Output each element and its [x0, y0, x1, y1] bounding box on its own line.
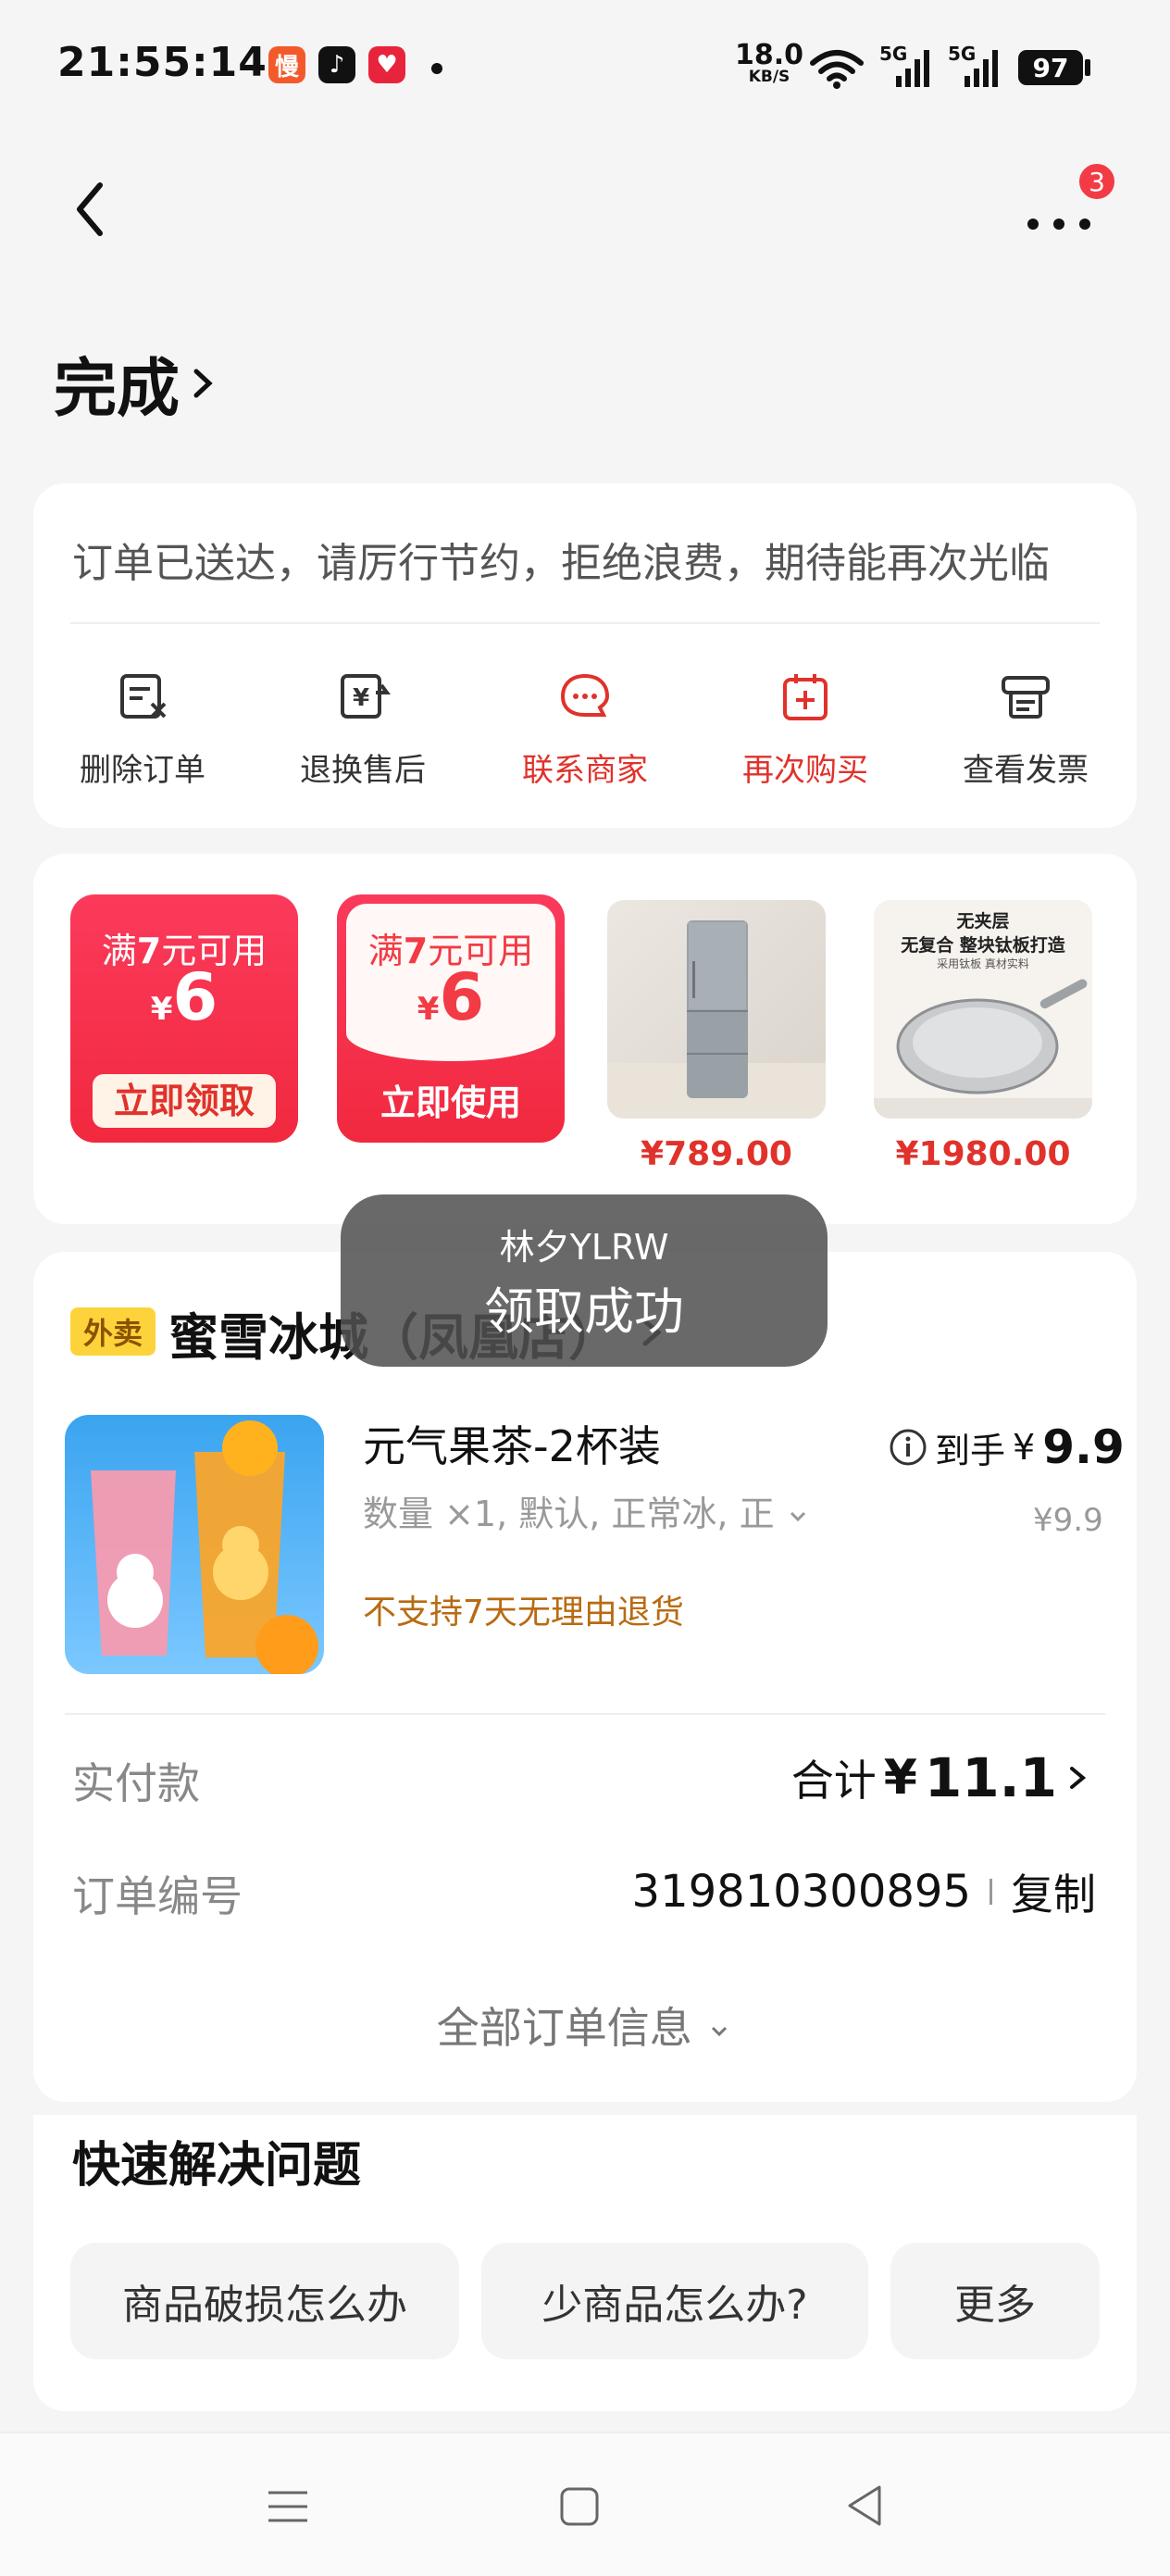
- use-coupon-button[interactable]: 立即使用: [337, 1076, 565, 1130]
- invoice-icon: [1002, 676, 1050, 719]
- svg-text:¥: ¥: [353, 684, 369, 712]
- item-name: 元气果茶-2杯装: [363, 1421, 661, 1471]
- total-prefix: 合计: [790, 1756, 877, 1806]
- drink-product-thumbnail[interactable]: [65, 1415, 324, 1674]
- wok-price: ¥1980.00: [895, 1135, 1071, 1173]
- buy-again-button[interactable]: 再次购买: [731, 669, 879, 790]
- app-notification-icon: 慢: [268, 46, 305, 83]
- wok-product-image[interactable]: 无夹层 无复合 整块钛板打造 采用钛板 真材实料: [874, 900, 1092, 1119]
- final-price: 到手 ¥9.9: [889, 1420, 1125, 1474]
- wok-banner-line-3: 采用钛板 真材实料: [937, 957, 1029, 970]
- battery-indicator: 97: [1018, 50, 1083, 85]
- quick-help-title: 快速解决问题: [72, 2138, 362, 2194]
- total-amount-row[interactable]: 合计 ¥11.1: [791, 1746, 1090, 1809]
- copy-separator: [990, 1879, 992, 1905]
- refund-after-sales-button[interactable]: ¥ 退换售后: [289, 669, 437, 790]
- more-notifications-dot: [431, 63, 442, 74]
- order-number-label: 订单编号: [72, 1871, 243, 1921]
- coupon-1-amount: ¥6: [150, 959, 218, 1035]
- menu-nav-icon[interactable]: [265, 2483, 311, 2530]
- original-price: ¥9.9: [1033, 1502, 1103, 1539]
- all-order-info-label: 全部订单信息: [436, 2003, 692, 2053]
- home-nav-icon[interactable]: [558, 2483, 601, 2530]
- contact-merchant-label: 联系商家: [522, 752, 648, 789]
- refrigerator-price: ¥789.00: [641, 1135, 792, 1173]
- toast-user: 林夕YLRW: [499, 1227, 669, 1268]
- wok-banner-line-2: 无复合 整块钛板打造: [901, 935, 1065, 956]
- refrigerator-illustration: [607, 920, 826, 1119]
- chat-merchant-icon: [560, 673, 610, 717]
- battery-tip: [1085, 59, 1090, 76]
- total-currency: ¥: [883, 1750, 917, 1806]
- order-number-row: 319810300895 复制: [632, 1861, 1096, 1922]
- chip-more[interactable]: 更多: [890, 2243, 1100, 2359]
- wifi-icon: [810, 50, 864, 89]
- wok-banner-line-1: 无夹层: [956, 911, 1010, 932]
- return-policy-note: 不支持7天无理由退货: [363, 1594, 684, 1632]
- info-icon[interactable]: [889, 1428, 927, 1467]
- order-number: 319810300895: [631, 1866, 971, 1918]
- chevron-right-icon: [1070, 1767, 1087, 1789]
- rebuy-icon: [783, 674, 828, 720]
- order-status-title[interactable]: 完成: [54, 337, 217, 429]
- item-spec: 数量 ×1, 默认, 正常冰, 正: [363, 1494, 775, 1534]
- refund-icon: ¥: [341, 674, 391, 719]
- item-spec-selector[interactable]: 数量 ×1, 默认, 正常冰, 正: [363, 1485, 810, 1536]
- fruit-tea-illustration: [65, 1415, 324, 1674]
- delete-order-button[interactable]: 删除订单: [68, 669, 217, 790]
- wok-illustration: [874, 979, 1092, 1119]
- coupon-card-2[interactable]: 满7元可用 ¥6 立即使用: [337, 894, 565, 1143]
- buy-again-label: 再次购买: [742, 752, 868, 789]
- notification-badge: 3: [1077, 161, 1117, 202]
- coupon-2-amount: ¥6: [417, 959, 485, 1035]
- all-order-info-toggle[interactable]: 全部订单信息: [0, 1995, 1170, 2056]
- view-invoice-button[interactable]: 查看发票: [952, 669, 1100, 790]
- chevron-down-icon: [712, 2026, 728, 2037]
- toast-text: 领取成功: [484, 1282, 684, 1341]
- back-button[interactable]: [65, 174, 117, 244]
- back-nav-icon[interactable]: [842, 2482, 889, 2530]
- refund-label: 退换售后: [300, 752, 426, 789]
- delete-order-label: 删除订单: [80, 752, 205, 789]
- status-time: 21:55:14: [57, 39, 268, 86]
- final-price-currency: ¥: [1013, 1427, 1036, 1468]
- order-status-label: 完成: [54, 353, 180, 426]
- coupon-card-1[interactable]: 满7元可用 ¥6 立即领取: [70, 894, 298, 1143]
- store-order-card: [33, 1252, 1137, 2102]
- refrigerator-product-image[interactable]: [607, 900, 826, 1119]
- signal-1-icon: [896, 50, 929, 87]
- delivery-tag: 外卖: [70, 1307, 156, 1356]
- contact-merchant-button[interactable]: 联系商家: [511, 669, 659, 790]
- chip-missing-items[interactable]: 少商品怎么办?: [481, 2243, 868, 2359]
- final-price-value: 9.9: [1042, 1420, 1125, 1474]
- chevron-down-icon: [790, 1511, 805, 1522]
- paid-label: 实付款: [72, 1758, 200, 1808]
- health-notification-icon: ♥: [368, 46, 405, 83]
- delivery-notice: 订单已送达，请厉行节约，拒绝浪费，期待能再次光临: [72, 540, 1050, 587]
- copy-order-number-button[interactable]: 复制: [1011, 1861, 1096, 1922]
- tiktok-notification-icon: ♪: [318, 46, 355, 83]
- order-divider: [65, 1713, 1105, 1715]
- chevron-right-icon: [193, 369, 213, 397]
- chip-damaged-goods[interactable]: 商品破损怎么办: [70, 2243, 459, 2359]
- final-price-label: 到手: [935, 1430, 1006, 1471]
- network-speed: 18.0 KB/S: [735, 39, 804, 86]
- toast-message: 林夕YLRW 领取成功: [341, 1194, 828, 1367]
- signal-2-icon: [965, 50, 998, 87]
- total-value: 11.1: [924, 1746, 1057, 1809]
- claim-coupon-button[interactable]: 立即领取: [93, 1074, 276, 1128]
- summary-divider: [70, 622, 1100, 624]
- delete-order-icon: [120, 674, 167, 719]
- view-invoice-label: 查看发票: [963, 752, 1089, 789]
